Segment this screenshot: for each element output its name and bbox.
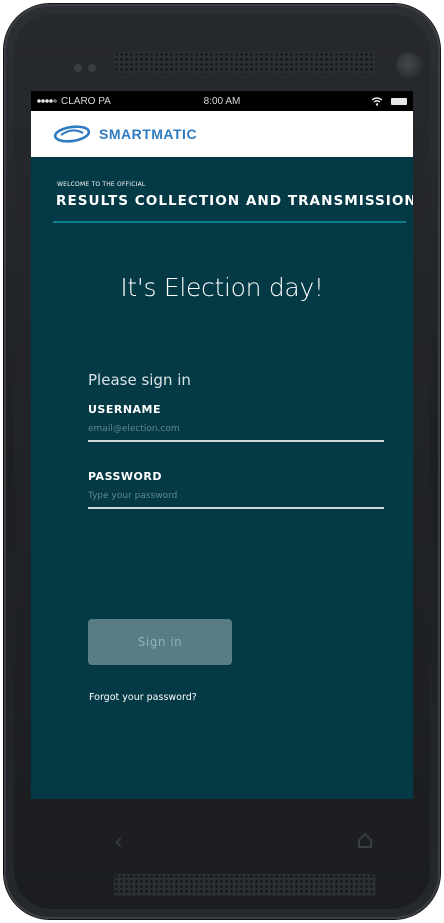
election-headline: It's Election day!: [120, 273, 324, 302]
clock: 8:00 AM: [203, 95, 241, 107]
header-divider: [53, 221, 406, 223]
page-title: RESULTS COLLECTION AND TRANSMISSION: [56, 193, 413, 209]
earpiece-speaker: [114, 52, 376, 74]
welcome-text: WELCOME TO THE OFFICIAL: [57, 181, 146, 188]
sensor-dots: [74, 64, 96, 72]
sign-in-button[interactable]: Sign in: [88, 619, 232, 665]
battery-icon: [391, 97, 407, 105]
forgot-password-link[interactable]: Forgot your password?: [89, 692, 197, 703]
password-input[interactable]: [88, 485, 384, 509]
status-bar: CLARO PA 8:00 AM: [31, 91, 413, 111]
app-screen: CLARO PA 8:00 AM SMARTMATIC WELCOME TO T…: [31, 91, 413, 799]
username-input[interactable]: [88, 418, 384, 442]
bottom-speaker: [114, 874, 376, 896]
carrier-label: CLARO PA: [61, 95, 111, 107]
login-form: Please sign in USERNAME PASSWORD: [88, 371, 384, 509]
password-label: PASSWORD: [88, 470, 163, 483]
brand-name: SMARTMATIC: [99, 126, 198, 142]
brand-bar: SMARTMATIC: [31, 111, 413, 157]
front-camera: [396, 52, 422, 78]
signal-icon: [37, 99, 57, 103]
wifi-icon: [371, 96, 383, 106]
sign-in-prompt: Please sign in: [88, 371, 191, 389]
smartmatic-logo-icon: [53, 125, 91, 143]
home-icon[interactable]: [357, 832, 373, 848]
back-arrow-icon[interactable]: ‹: [114, 830, 123, 855]
username-label: USERNAME: [88, 403, 162, 416]
